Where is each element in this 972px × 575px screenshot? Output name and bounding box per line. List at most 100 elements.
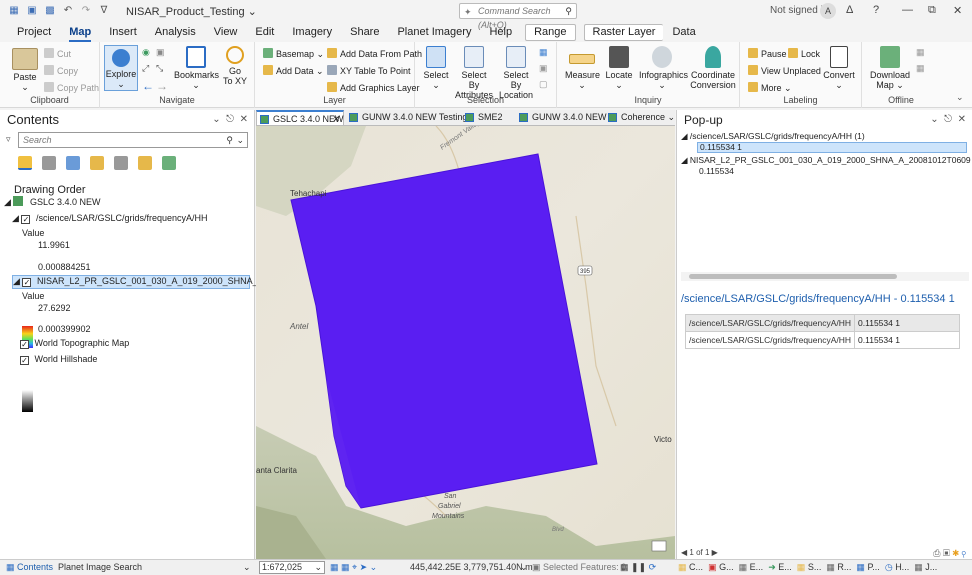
bookmarks-button[interactable]: Bookmarks ⌄ [174,46,219,90]
paste-button[interactable]: Paste ⌄ [10,48,40,92]
tab-project[interactable]: Project [8,22,60,42]
expand-icon[interactable]: ◢ [13,276,20,286]
list-by-data-source-icon[interactable] [42,156,56,170]
project-title[interactable]: NISAR_Product_Testing ⌄ [126,5,257,18]
popup-actions[interactable]: ⎙ ▣ ✱ ⚲ [933,548,966,559]
clear-selection-icon[interactable]: ▢ [539,79,548,90]
tab-raster-layer[interactable]: Raster Layer [583,23,664,41]
copy-path-button[interactable]: Copy Path [44,82,99,93]
tab-map[interactable]: Map [60,22,100,42]
map-tab-gunw[interactable]: GUNW 3.4.0 NEW [516,110,607,125]
dock-pane-e1[interactable]: ▦ E... [739,562,764,572]
popup-tree-nisar[interactable]: ◢ NISAR_L2_PR_GSLC_001_030_A_019_2000_SH… [681,155,971,166]
copy-button[interactable]: Copy [44,65,78,76]
tab-imagery[interactable]: Imagery [283,22,341,42]
chevron-down-icon[interactable]: ⌄ [236,133,244,147]
map-scale-select[interactable]: 1:672,025 ⌄ [259,561,325,574]
close-tab-icon[interactable]: ✕ [332,112,340,125]
avatar[interactable]: A [820,3,836,19]
back-arrow-icon[interactable]: ← [142,79,154,93]
tab-insert[interactable]: Insert [100,22,146,42]
tab-edit[interactable]: Edit [246,22,283,42]
layer-visibility-checkbox[interactable]: ✓ [22,278,32,287]
layer-node-hillshade[interactable]: ✓ World Hillshade [20,354,97,365]
dock-pane-j[interactable]: ▦ J... [914,562,937,572]
cut-button[interactable]: Cut [44,48,71,59]
zoom-to-icon[interactable]: ⚲ [962,548,966,558]
notification-bell-icon[interactable]: Δ [846,4,853,16]
attributes-table-icon[interactable]: ▦ [539,47,548,58]
bottom-tab-contents[interactable]: ▦ Contents [6,562,53,573]
pane-controls[interactable]: ⌄ ⎋ ✕ [930,110,966,130]
measure-button[interactable]: Measure ⌄ [565,46,600,90]
add-graphics-layer-button[interactable]: Add Graphics Layer [327,82,420,93]
tab-share[interactable]: Share [341,22,388,42]
sync-icon[interactable]: ▦ [916,47,925,58]
select-by-location-button[interactable]: Select By Location [497,46,535,100]
expand-icon[interactable]: ◢ [681,131,688,141]
dock-pane-g[interactable]: ▣ G... [708,562,734,572]
tab-help[interactable]: Help [480,22,521,42]
pause-drawing-icon[interactable]: ❚❚ [631,562,646,572]
folder-icon[interactable]: ▣ [26,5,38,17]
add-data-from-path-button[interactable]: Add Data From Path [327,48,422,59]
tab-planet-imagery[interactable]: Planet Imagery [388,22,480,42]
collapse-ribbon-icon[interactable]: ⌄ [956,92,964,103]
list-by-snapping-icon[interactable] [114,156,128,170]
layer-visibility-checkbox[interactable]: ✓ [20,356,29,365]
full-extent-icon[interactable]: ◉ [142,47,150,58]
map-node[interactable]: ◢ GSLC 3.4.0 NEW [4,196,100,208]
map-tab-coherence[interactable]: Coherence ⌄ [605,110,675,125]
save-icon[interactable]: ▩ [44,5,56,17]
map-canvas[interactable]: Tehachapi Antel Victo anta Clarita Fremo… [256,126,675,559]
infographics-button[interactable]: Infographics ⌄ [639,46,688,90]
download-map-button[interactable]: Download Map ⌄ [868,46,912,90]
tab-view[interactable]: View [205,22,247,42]
popup-pager[interactable]: ◀ 1 of 1 ▶ [681,548,718,557]
contents-search-input[interactable]: Search ⚲ ⌄ [18,132,248,148]
chevron-down-icon[interactable]: ⌄ [668,112,675,122]
view-unplaced-button[interactable]: View Unplaced [748,65,821,76]
popup-feature-item[interactable]: 0.115534 [699,166,734,176]
map-view-tools-icon[interactable]: ▦ ▦ ⌖ ➤ ⌄ [330,562,377,573]
flash-icon[interactable]: ✱ [952,548,959,558]
coordinate-readout[interactable]: 445,442.25E 3,779,751.40N m [410,562,533,572]
expand-icon[interactable]: ◢ [681,155,688,165]
select-by-attributes-button[interactable]: Select By Attributes [455,46,493,100]
help-button[interactable]: ? [873,4,879,16]
more-labeling-button[interactable]: More ⌄ [748,82,792,94]
redo-icon[interactable]: ↷ [80,5,92,17]
dock-pane-c[interactable]: ▦ C... [678,562,703,572]
chevron-down-icon[interactable]: ⌄ [520,562,528,573]
list-by-selection-icon[interactable] [66,156,80,170]
list-by-perspective-icon[interactable] [162,156,176,170]
switch-selection-icon[interactable]: ▣ [539,63,548,74]
dock-pane-s[interactable]: ▦ S... [797,562,822,572]
list-by-drawing-order-icon[interactable] [18,156,32,170]
tab-range[interactable]: Range [525,23,576,41]
expand-icon[interactable]: ◢ [12,213,19,223]
pause-labeling-button[interactable]: Pause [748,48,787,59]
zoom-out-arrows-icon[interactable]: ⤡ [156,63,163,74]
selected-features-count[interactable]: ▣ Selected Features: 0 [532,562,626,573]
select-button[interactable]: Select ⌄ [421,46,451,90]
command-search-input[interactable]: ✦ Command Search (Alt+Q) ⚲ [459,3,577,30]
tab-analysis[interactable]: Analysis [146,22,205,42]
map-navigator-icon[interactable] [651,540,667,552]
bottom-tab-planet-search[interactable]: Planet Image Search [58,562,142,572]
dock-pane-r[interactable]: ▦ R... [826,562,851,572]
convert-button[interactable]: Convert ⌄ [822,46,856,90]
dock-pane-h[interactable]: ◷ H... [885,562,909,572]
popup-tree-root[interactable]: ◢ /science/LSAR/GSLC/grids/frequencyA/HH… [681,131,865,142]
tab-data[interactable]: Data [663,22,704,42]
print-icon[interactable]: ⎙ [933,548,940,558]
goto-xy-button[interactable]: Go To XY [220,46,250,86]
layer-visibility-checkbox[interactable]: ✓ [21,215,31,224]
basemap-button[interactable]: Basemap ⌄ [263,48,324,60]
explore-button[interactable]: Explore ⌄ [104,45,138,91]
filter-icon[interactable]: ▿ [6,134,11,145]
forward-arrow-icon[interactable]: → [156,79,168,93]
layer-visibility-checkbox[interactable]: ✓ [20,340,29,349]
dock-pane-e2[interactable]: ➜ E... [768,562,792,572]
list-by-labeling-icon[interactable] [138,156,152,170]
